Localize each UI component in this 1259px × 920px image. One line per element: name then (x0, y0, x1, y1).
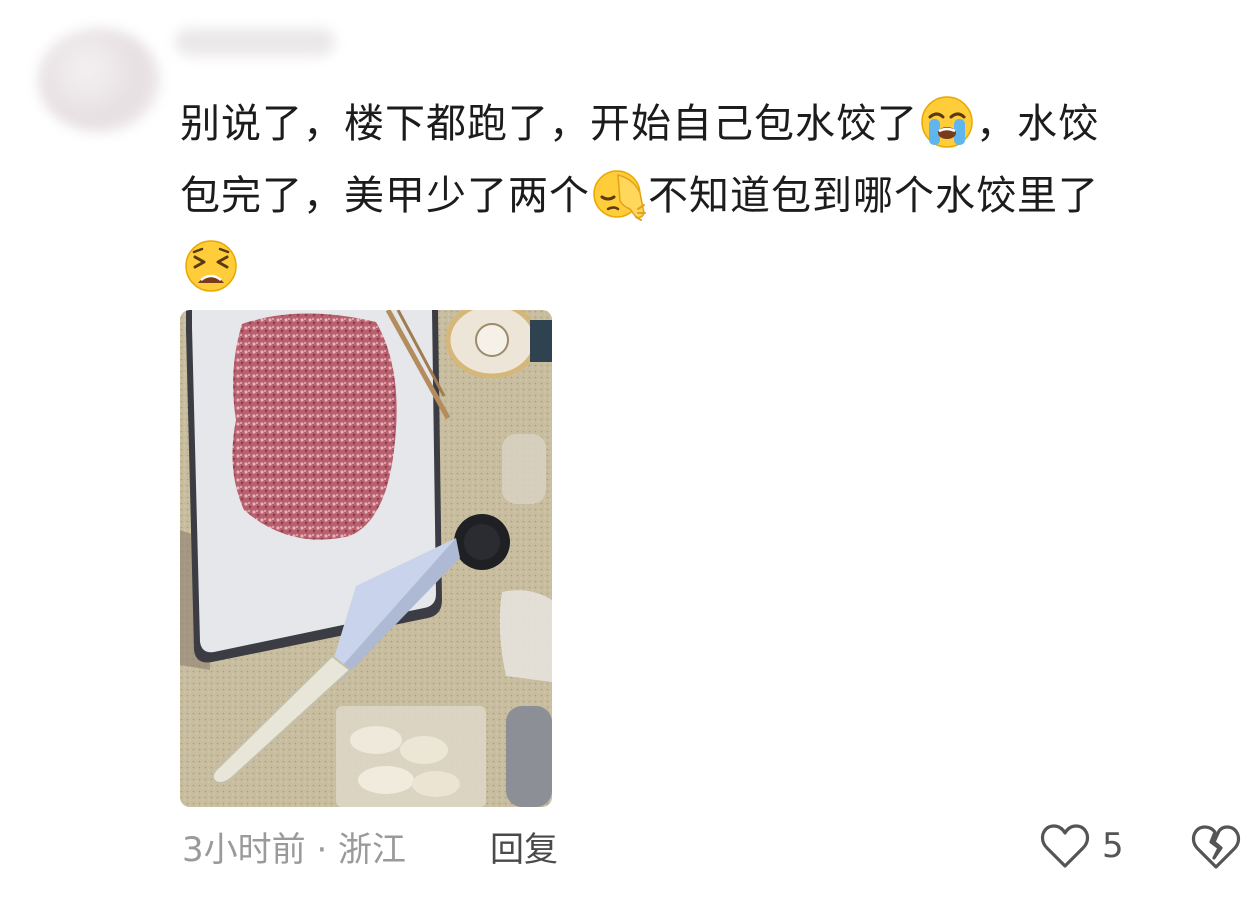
username[interactable] (175, 28, 335, 56)
comment-line-2: 包完了，美甲少了两个 不知道包到哪个水饺里了 (180, 160, 1220, 232)
like-count: 5 (1102, 826, 1124, 866)
photo-minced-meat-dumplings-icon (180, 310, 552, 807)
broken-heart-icon[interactable] (1190, 820, 1242, 872)
avatar[interactable] (38, 28, 160, 132)
tired-face-icon (185, 240, 237, 292)
comment-text: 别说了，楼下都跑了，开始自己包水饺了 ，水饺 包完了，美甲少了两个 不知道包到哪… (180, 88, 1220, 304)
heart-icon (1040, 824, 1090, 868)
comment-meta: 3小时前 · 浙江 (182, 830, 407, 870)
comment-text-part: 别说了，楼下都跑了，开始自己包水饺了 (180, 101, 918, 147)
comment-photo[interactable] (180, 310, 552, 807)
comment-text-part: 包完了，美甲少了两个 (180, 173, 590, 219)
comment-line-3 (180, 232, 1220, 304)
comment-line-1: 别说了，楼下都跑了，开始自己包水饺了 ，水饺 (180, 88, 1220, 160)
comment-text-part: 不知道包到哪个水饺里了 (648, 173, 1099, 219)
like-button[interactable]: 5 (1040, 820, 1124, 872)
comment-text-part: ，水饺 (976, 101, 1099, 147)
face-palm-icon (593, 170, 646, 221)
reply-button[interactable]: 回复 (490, 822, 558, 871)
loudly-crying-face-icon (921, 96, 973, 148)
